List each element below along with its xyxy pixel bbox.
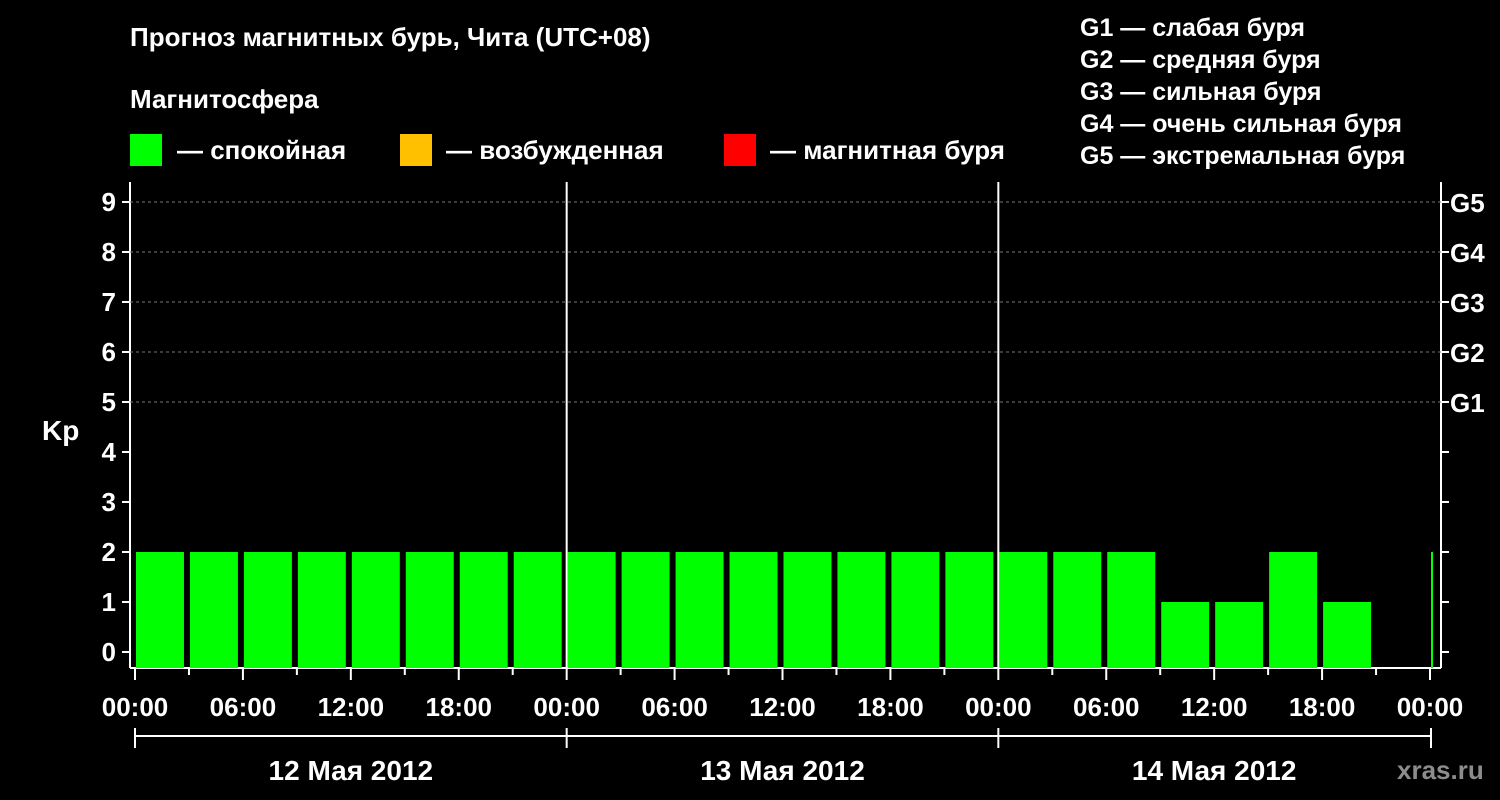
g-level-label: G3 [1450, 288, 1485, 318]
y-tick-label: 4 [102, 437, 117, 467]
kp-bar [136, 552, 184, 668]
kp-bar [1269, 552, 1318, 668]
g-level-label: G1 [1450, 388, 1485, 418]
kp-bar [1107, 552, 1156, 668]
x-tick-label: 18:00 [1289, 692, 1356, 722]
watermark: xras.ru [1397, 755, 1484, 785]
kp-bar [1053, 552, 1102, 668]
kp-bar [837, 552, 886, 668]
y-tick-label: 1 [102, 587, 116, 617]
kp-bar [567, 552, 616, 668]
y-tick-label: 9 [102, 187, 116, 217]
kp-bar [891, 552, 940, 668]
kp-bar [1215, 602, 1264, 668]
x-tick-label: 18:00 [857, 692, 924, 722]
day-label: 13 Мая 2012 [700, 755, 865, 786]
kp-bar [1161, 602, 1210, 668]
y-tick-label: 0 [102, 637, 116, 667]
y-tick-label: 5 [102, 387, 116, 417]
kp-bar [297, 552, 346, 668]
kp-bar [1431, 552, 1433, 668]
y-axis-title: Kp [42, 415, 79, 446]
x-tick-label: 00:00 [102, 692, 169, 722]
kp-bar [783, 552, 832, 668]
x-tick-label: 06:00 [210, 692, 277, 722]
y-tick-label: 7 [102, 287, 116, 317]
g-level-label: G2 [1450, 338, 1485, 368]
kp-bar [621, 552, 670, 668]
kp-bar [729, 552, 778, 668]
g-level-label: G4 [1450, 238, 1485, 268]
kp-bar [999, 552, 1048, 668]
y-tick-label: 8 [102, 237, 116, 267]
x-tick-label: 06:00 [1073, 692, 1140, 722]
day-label: 14 Мая 2012 [1132, 755, 1297, 786]
kp-bar [405, 552, 454, 668]
x-tick-label: 12:00 [318, 692, 385, 722]
kp-bar [459, 552, 508, 668]
y-tick-label: 2 [102, 537, 116, 567]
kp-bar [513, 552, 562, 668]
g-level-label: G5 [1450, 188, 1485, 218]
y-tick-label: 3 [102, 487, 116, 517]
x-tick-label: 00:00 [965, 692, 1032, 722]
x-tick-label: 06:00 [641, 692, 708, 722]
kp-bar [189, 552, 238, 668]
x-tick-label: 12:00 [1181, 692, 1248, 722]
x-tick-label: 18:00 [426, 692, 493, 722]
kp-bar [1323, 602, 1372, 668]
x-tick-label: 12:00 [749, 692, 816, 722]
day-label: 12 Мая 2012 [269, 755, 434, 786]
x-tick-label: 00:00 [533, 692, 600, 722]
kp-bar [675, 552, 724, 668]
y-tick-label: 6 [102, 337, 116, 367]
kp-bar [243, 552, 292, 668]
x-tick-label: 00:00 [1397, 692, 1464, 722]
kp-bar [351, 552, 400, 668]
kp-bar [945, 552, 994, 668]
kp-chart: 0 1 2 3 4 5 6 7 8 9 G1 G2 G3 G4 G5 Kp 00:00 06:00 12:00 18:… [42, 182, 1485, 786]
